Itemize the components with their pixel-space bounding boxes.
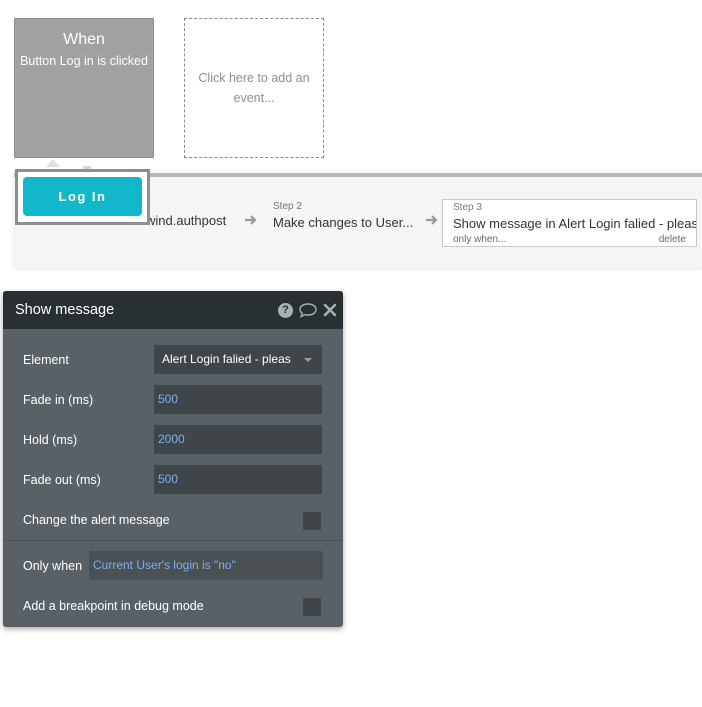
panel-title: Show message: [15, 302, 115, 318]
arrow-right-icon: [244, 213, 258, 231]
only-when-condition-input[interactable]: Current User's login is "no": [89, 551, 323, 580]
login-button[interactable]: Log In: [23, 177, 142, 216]
step-3-title: Show message in Alert Login falied - ple…: [453, 216, 697, 231]
add-event-label: Click here to add an event...: [198, 71, 310, 105]
delete-step-link[interactable]: delete: [659, 234, 686, 245]
add-event-card[interactable]: Click here to add an event...: [184, 18, 324, 158]
close-icon[interactable]: [323, 303, 337, 317]
hold-label: Hold (ms): [23, 433, 78, 447]
event-pointer: [46, 159, 60, 167]
help-icon[interactable]: ?: [278, 302, 293, 318]
step-1-title[interactable]: wind.authpost: [146, 213, 226, 228]
event-card[interactable]: When Button Log in is clicked: [14, 18, 154, 158]
step-3-card[interactable]: Step 3 Show message in Alert Login falie…: [442, 199, 697, 247]
element-dropdown[interactable]: Alert Login falied - pleas: [154, 345, 322, 374]
event-when-label: When: [63, 31, 105, 48]
step-2-number: Step 2: [273, 201, 302, 212]
panel-divider: [3, 540, 343, 541]
step-2-card[interactable]: Step 2 Make changes to User...: [273, 201, 413, 231]
arrow-right-icon: [425, 213, 439, 231]
comment-icon[interactable]: [298, 302, 318, 318]
only-when-label: Only when: [23, 559, 83, 573]
fade-in-label: Fade in (ms): [23, 393, 94, 407]
panel-header: Show message ?: [3, 291, 343, 329]
breakpoint-label: Add a breakpoint in debug mode: [23, 599, 204, 613]
change-alert-label: Change the alert message: [23, 513, 170, 527]
step-3-number: Step 3: [453, 202, 482, 213]
fade-out-input[interactable]: 500: [154, 465, 322, 494]
chevron-down-icon: [304, 358, 312, 362]
change-alert-checkbox[interactable]: [303, 512, 321, 530]
hold-input[interactable]: 2000: [154, 425, 322, 454]
show-message-panel: Show message ? Element Alert Login falie…: [3, 291, 343, 627]
element-dropdown-value: Alert Login falied - pleas: [162, 352, 291, 366]
element-label: Element: [23, 353, 69, 367]
event-description: Button Log in is clicked: [20, 54, 148, 68]
step-2-title: Make changes to User...: [273, 215, 414, 230]
fade-out-label: Fade out (ms): [23, 473, 101, 487]
only-when-link[interactable]: only when...: [453, 234, 506, 245]
fade-in-input[interactable]: 500: [154, 385, 322, 414]
breakpoint-checkbox[interactable]: [303, 598, 321, 616]
